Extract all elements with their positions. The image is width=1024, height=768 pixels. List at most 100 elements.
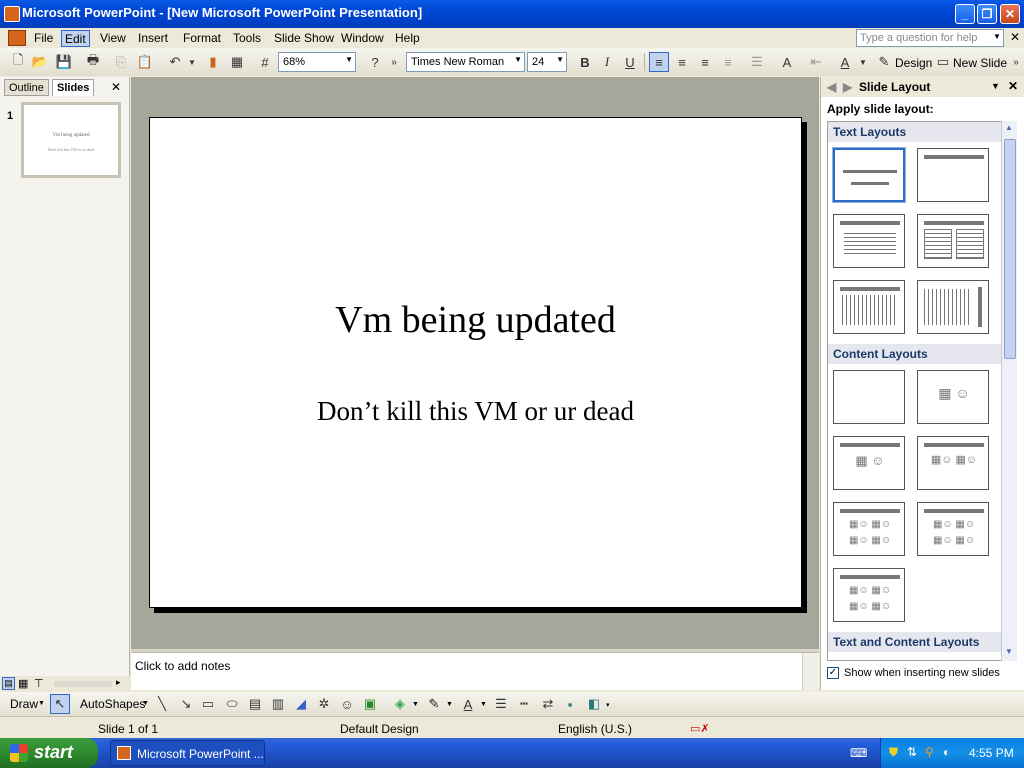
- menu-view[interactable]: View: [97, 30, 129, 47]
- menu-tools[interactable]: Tools: [230, 30, 264, 47]
- chevron-down-icon[interactable]: ▼: [556, 55, 564, 64]
- align-right-icon[interactable]: ≡: [695, 52, 715, 72]
- slide-show-icon[interactable]: ⊤: [34, 677, 44, 690]
- menu-file[interactable]: File: [31, 30, 56, 47]
- menu-insert[interactable]: Insert: [135, 30, 171, 47]
- zoom-combo[interactable]: 68% ▼: [278, 52, 356, 72]
- layout-title-2-content-and-content[interactable]: ▦☺ ▦☺ ▦☺ ▦☺: [833, 568, 905, 622]
- slide-sorter-icon[interactable]: ▦: [18, 677, 28, 690]
- font-size-combo[interactable]: 24 ▼: [527, 52, 567, 72]
- textbox-icon[interactable]: ▤: [245, 694, 265, 714]
- chevron-down-icon[interactable]: ▼: [480, 701, 487, 708]
- checkmark-icon[interactable]: ✓: [827, 667, 839, 679]
- save-icon[interactable]: 💾: [54, 52, 74, 72]
- menu-format[interactable]: Format: [180, 30, 224, 47]
- align-left-icon[interactable]: ≡: [649, 52, 669, 72]
- layout-blank[interactable]: [833, 370, 905, 424]
- help-icon[interactable]: ?: [365, 52, 385, 72]
- network-icon[interactable]: ⇅: [907, 745, 917, 759]
- title-bar[interactable]: Microsoft PowerPoint - [New Microsoft Po…: [0, 0, 1024, 28]
- line-style-icon[interactable]: ☰: [491, 694, 511, 714]
- document-icon[interactable]: [8, 30, 26, 46]
- copy-icon[interactable]: ⎘: [111, 52, 131, 72]
- chevron-down-icon[interactable]: ▼: [38, 700, 45, 707]
- insert-chart-icon[interactable]: ▮: [203, 52, 223, 72]
- layout-title-and-vertical-text[interactable]: [833, 280, 905, 334]
- new-slide-icon[interactable]: ▭: [933, 52, 953, 72]
- close-pane-icon[interactable]: ✕: [111, 80, 121, 94]
- notes-pane[interactable]: Click to add notes: [131, 652, 819, 690]
- chevron-down-icon[interactable]: ▼: [993, 32, 1001, 41]
- layout-title-only[interactable]: [917, 148, 989, 202]
- chevron-down-icon[interactable]: ▼: [514, 55, 522, 64]
- chevron-down-icon[interactable]: ▼: [446, 701, 453, 708]
- layout-title-and-content[interactable]: ▦ ☺: [833, 436, 905, 490]
- close-button[interactable]: ✕: [1000, 4, 1020, 24]
- font-color-icon[interactable]: A: [835, 52, 855, 72]
- security-shield-icon[interactable]: ⛊: [889, 745, 898, 760]
- slide-subtitle[interactable]: Don’t kill this VM or ur dead: [150, 396, 801, 427]
- slide-canvas[interactable]: Vm being updated Don’t kill this VM or u…: [149, 117, 802, 608]
- dash-style-icon[interactable]: ┅: [514, 694, 534, 714]
- close-document-icon[interactable]: ✕: [1010, 30, 1020, 44]
- paste-icon[interactable]: 📋: [135, 52, 155, 72]
- fill-color-icon[interactable]: ◈: [390, 694, 410, 714]
- taskbar-item-powerpoint[interactable]: Microsoft PowerPoint ...: [110, 740, 265, 766]
- close-icon[interactable]: ✕: [1008, 79, 1018, 93]
- open-icon[interactable]: 📂: [30, 52, 50, 72]
- draw-menu-button[interactable]: Draw: [10, 697, 38, 711]
- vertical-textbox-icon[interactable]: ▥: [268, 694, 288, 714]
- layout-title-slide[interactable]: [832, 147, 906, 203]
- scroll-up-icon[interactable]: ▲: [1005, 123, 1013, 132]
- print-icon[interactable]: 🖶: [83, 52, 103, 72]
- diagram-icon[interactable]: ✲: [314, 694, 334, 714]
- oval-icon[interactable]: ⬭: [222, 694, 242, 714]
- scrollbar-thumb[interactable]: [1004, 139, 1016, 359]
- slide-thumbnail[interactable]: Vm being updated Don't kill this VM or u…: [21, 102, 121, 178]
- italic-button[interactable]: I: [597, 52, 617, 72]
- layout-title-and-2-content[interactable]: ▦☺ ▦☺: [917, 436, 989, 490]
- undo-dropdown-icon[interactable]: ▼: [182, 52, 202, 72]
- decrease-indent-icon[interactable]: ⇤: [806, 52, 826, 72]
- new-slide-button[interactable]: New Slide: [953, 56, 1007, 70]
- rectangle-icon[interactable]: ▭: [198, 694, 218, 714]
- help-search-input[interactable]: Type a question for help: [856, 29, 1004, 47]
- slide-title[interactable]: Vm being updated: [150, 298, 801, 342]
- notes-scrollbar[interactable]: [802, 653, 819, 690]
- scroll-right-icon[interactable]: ▸: [116, 677, 121, 688]
- chevron-down-icon[interactable]: ▼: [991, 81, 1000, 91]
- start-button[interactable]: start: [0, 738, 98, 768]
- volume-icon[interactable]: ◐: [943, 745, 950, 759]
- line-icon[interactable]: ╲: [152, 694, 172, 714]
- new-icon[interactable]: 🗋: [8, 52, 28, 72]
- menu-slide-show[interactable]: Slide Show: [271, 30, 337, 47]
- font-color-icon[interactable]: A: [458, 694, 478, 714]
- font-name-combo[interactable]: Times New Roman ▼: [406, 52, 525, 72]
- bold-button[interactable]: B: [575, 52, 595, 72]
- layout-content[interactable]: ▦ ☺: [917, 370, 989, 424]
- menu-edit[interactable]: Edit: [61, 30, 90, 47]
- scroll-down-icon[interactable]: ▼: [1005, 647, 1013, 656]
- picture-icon[interactable]: ▣: [360, 694, 380, 714]
- increase-font-icon[interactable]: A: [777, 52, 797, 72]
- font-color-dropdown-icon[interactable]: ▼: [853, 52, 873, 72]
- layout-title-content-and-2-content[interactable]: ▦☺ ▦☺ ▦☺ ▦☺: [917, 502, 989, 556]
- clipart-icon[interactable]: ☺: [337, 694, 357, 714]
- minimize-button[interactable]: _: [955, 4, 975, 24]
- layout-two-column-text[interactable]: [917, 214, 989, 268]
- line-color-icon[interactable]: ✎: [424, 694, 444, 714]
- design-icon[interactable]: ✎: [874, 52, 894, 72]
- shadow-style-icon[interactable]: ▪: [560, 694, 580, 714]
- normal-view-icon[interactable]: ▤: [2, 677, 15, 690]
- layout-title-and-4-content[interactable]: ▦☺ ▦☺ ▦☺ ▦☺: [833, 502, 905, 556]
- underline-button[interactable]: U: [620, 52, 640, 72]
- clock[interactable]: 4:55 PM: [969, 746, 1014, 760]
- justify-icon[interactable]: ≡: [718, 52, 738, 72]
- forward-icon[interactable]: ▶: [843, 80, 852, 94]
- chevron-down-icon[interactable]: ▼: [412, 701, 419, 708]
- slide-editing-area[interactable]: Vm being updated Don’t kill this VM or u…: [131, 77, 819, 649]
- task-pane-scrollbar[interactable]: ▲ ▼: [1001, 121, 1017, 661]
- chevron-down-icon[interactable]: ▼: [142, 700, 149, 707]
- layout-title-and-text[interactable]: [833, 214, 905, 268]
- wordart-icon[interactable]: ◢: [291, 694, 311, 714]
